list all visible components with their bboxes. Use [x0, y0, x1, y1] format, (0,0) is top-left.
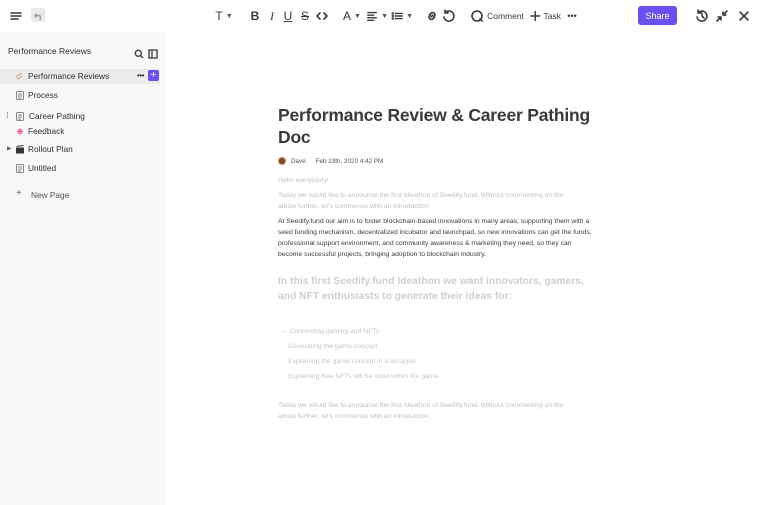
- search-icon[interactable]: [134, 46, 144, 59]
- document-date: Feb 23th, 2020 4:42 PM: [315, 157, 384, 165]
- bullet-list-icon: [391, 12, 403, 20]
- clapperboard-icon: [16, 145, 24, 154]
- align-dropdown[interactable]: ▼: [366, 8, 388, 24]
- sidebar: Performance Reviews Performance Reviews …: [0, 32, 166, 505]
- document-icon: [16, 112, 24, 121]
- sidebar-item-label: Rollout Plan: [28, 144, 73, 154]
- undo-button[interactable]: [31, 8, 45, 22]
- task-button[interactable]: Task: [529, 8, 561, 24]
- code-button[interactable]: [315, 8, 329, 24]
- link-icon: [428, 11, 436, 21]
- flower-icon: [16, 127, 24, 136]
- list-item[interactable]: Explaining how NFTs will be used within …: [288, 371, 596, 382]
- rotate-icon: [443, 9, 455, 22]
- document-area: Performance Review & Career Pathing Doc …: [166, 32, 760, 505]
- chevron-down-icon: ▼: [354, 12, 361, 20]
- history-button[interactable]: [442, 8, 456, 24]
- page-title[interactable]: Performance Review & Career Pathing Doc: [278, 104, 596, 148]
- code-icon: [316, 12, 328, 20]
- plus-icon: +: [16, 188, 22, 199]
- sidebar-item-performance-reviews[interactable]: Performance Reviews ••• +: [0, 69, 160, 84]
- sidebar-item-label: Performance Reviews: [28, 71, 110, 81]
- list-dropdown[interactable]: ▼: [391, 8, 413, 24]
- close-button[interactable]: [737, 8, 751, 24]
- tree-line-icon: ⁝: [6, 110, 9, 120]
- list-item[interactable]: – Connecting gaming and NFTs: [282, 326, 596, 337]
- link-button[interactable]: [425, 8, 439, 24]
- list-item[interactable]: Explaining the game concept in a scrappe…: [288, 356, 596, 367]
- sidebar-item-feedback[interactable]: Feedback: [0, 124, 166, 139]
- sidebar-item-label: Process: [28, 90, 58, 100]
- underline-button[interactable]: U: [283, 8, 293, 24]
- comment-button[interactable]: Comment: [470, 8, 524, 24]
- sidebar-item-rollout-plan[interactable]: ▶ Rollout Plan: [0, 142, 166, 157]
- layout-icon[interactable]: [148, 46, 158, 59]
- collapse-button[interactable]: [715, 8, 729, 24]
- align-icon: [367, 11, 378, 21]
- add-page-button[interactable]: +: [148, 70, 159, 81]
- idea-list: – Connecting gaming and NFTs Generating …: [278, 326, 596, 382]
- outro-line[interactable]: article further, let's commence with an …: [278, 411, 596, 422]
- author-name: Dave: [291, 157, 306, 165]
- share-button[interactable]: Share: [638, 6, 677, 25]
- bold-button[interactable]: B: [250, 8, 260, 24]
- new-page-button[interactable]: + New Page: [0, 188, 166, 203]
- plus-icon: [530, 10, 541, 22]
- chevron-down-icon: ▼: [406, 12, 413, 20]
- history-icon: [696, 9, 708, 22]
- comment-label: Comment: [487, 11, 524, 21]
- collapse-icon: [716, 10, 728, 22]
- avatar: [278, 157, 286, 165]
- document-meta: Dave Feb 23th, 2020 4:42 PM: [278, 156, 596, 166]
- undo-icon: [33, 12, 41, 20]
- task-label: Task: [543, 11, 561, 21]
- intro-line[interactable]: article further, let's commence with an …: [278, 201, 596, 212]
- document-icon: [16, 91, 24, 100]
- close-icon: [739, 11, 749, 21]
- new-page-label: New Page: [31, 190, 70, 200]
- sidebar-item-process[interactable]: Process: [0, 88, 166, 103]
- sidebar-item-career-pathing[interactable]: ⁝ Career Pathing: [0, 109, 166, 124]
- sidebar-title: Performance Reviews: [8, 46, 92, 56]
- font-color-icon: A: [343, 9, 352, 23]
- sidebar-item-untitled[interactable]: Untitled: [0, 161, 166, 176]
- subheading[interactable]: In this first Seedify.fund Ideathon we w…: [278, 274, 596, 304]
- top-toolbar: T ▼ B I U S A ▼ ▼ ▼ Comment Task ••• Share: [0, 0, 760, 32]
- comment-icon: [471, 10, 483, 22]
- body-paragraph[interactable]: At Seedify.fund our aim is to foster blo…: [278, 216, 596, 260]
- chevron-down-icon: ▼: [225, 12, 233, 20]
- text-style-dropdown[interactable]: T ▼: [214, 8, 234, 24]
- history-clock-button[interactable]: [695, 8, 709, 24]
- text-style-icon: T: [215, 9, 223, 23]
- list-item[interactable]: Generating the game concept: [288, 341, 596, 352]
- chevron-down-icon: ▼: [381, 12, 388, 20]
- sidebar-item-label: Career Pathing: [29, 111, 85, 121]
- intro-line[interactable]: Today we would like to announce the firs…: [278, 190, 596, 201]
- strikethrough-button[interactable]: S: [300, 8, 310, 24]
- sparkle-icon: [15, 72, 23, 81]
- menu-icon[interactable]: [9, 8, 23, 24]
- font-color-dropdown[interactable]: A ▼: [342, 8, 362, 24]
- sidebar-item-label: Untitled: [28, 163, 57, 173]
- greeting-text[interactable]: Hello everybody!: [278, 175, 596, 186]
- outro-line[interactable]: Today we would like to announce the firs…: [278, 400, 596, 411]
- list-item-text: Connecting gaming and NFTs: [289, 328, 380, 335]
- more-options-button[interactable]: •••: [135, 70, 146, 81]
- document-content: Performance Review & Career Pathing Doc …: [278, 104, 596, 422]
- document-icon: [16, 164, 24, 173]
- italic-button[interactable]: I: [267, 8, 277, 24]
- sidebar-item-label: Feedback: [28, 126, 65, 136]
- more-options-icon[interactable]: •••: [566, 8, 578, 24]
- chevron-right-icon[interactable]: ▶: [7, 145, 12, 152]
